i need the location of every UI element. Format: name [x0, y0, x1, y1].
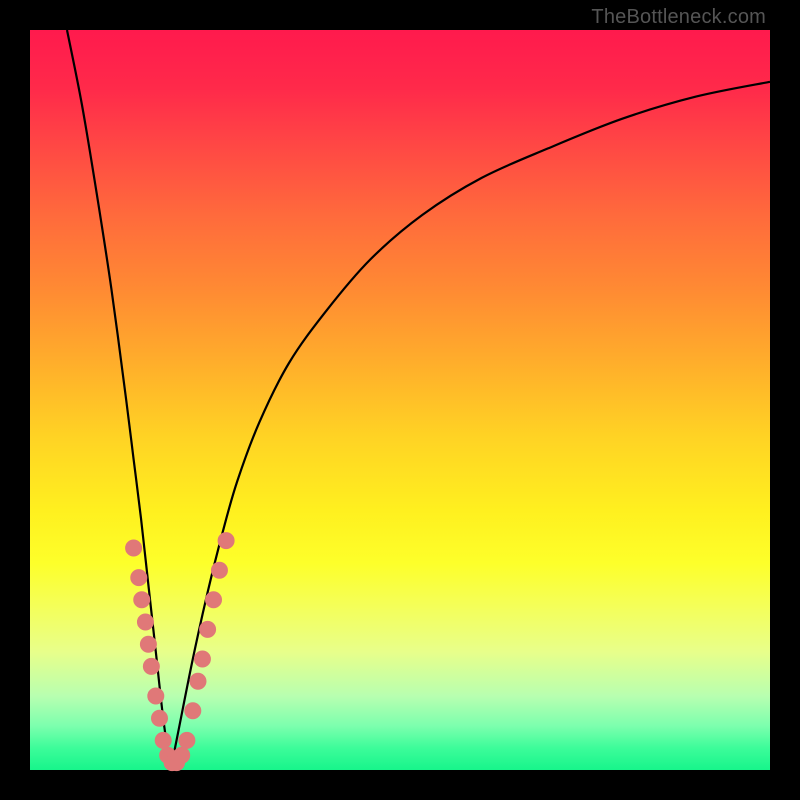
highlight-dot [148, 688, 164, 704]
highlight-dot [206, 592, 222, 608]
chart-frame: TheBottleneck.com [0, 0, 800, 800]
highlight-dots-group [126, 533, 235, 771]
highlight-dot [152, 710, 168, 726]
highlight-dot [218, 533, 234, 549]
highlight-dot [200, 621, 216, 637]
highlight-dot [140, 636, 156, 652]
highlight-dot [155, 732, 171, 748]
highlight-dot [134, 592, 150, 608]
highlight-dot [137, 614, 153, 630]
highlight-dot [131, 570, 147, 586]
highlight-dot [179, 732, 195, 748]
watermark-text: TheBottleneck.com [591, 6, 766, 29]
highlight-dot [143, 658, 159, 674]
plot-area [30, 30, 770, 770]
highlight-dot [174, 747, 190, 763]
highlight-dot [185, 703, 201, 719]
highlight-dot [126, 540, 142, 556]
highlight-dot [190, 673, 206, 689]
highlight-dot [211, 562, 227, 578]
bottleneck-curve-svg [30, 30, 770, 770]
highlight-dot [194, 651, 210, 667]
curve-right-branch [171, 82, 770, 770]
